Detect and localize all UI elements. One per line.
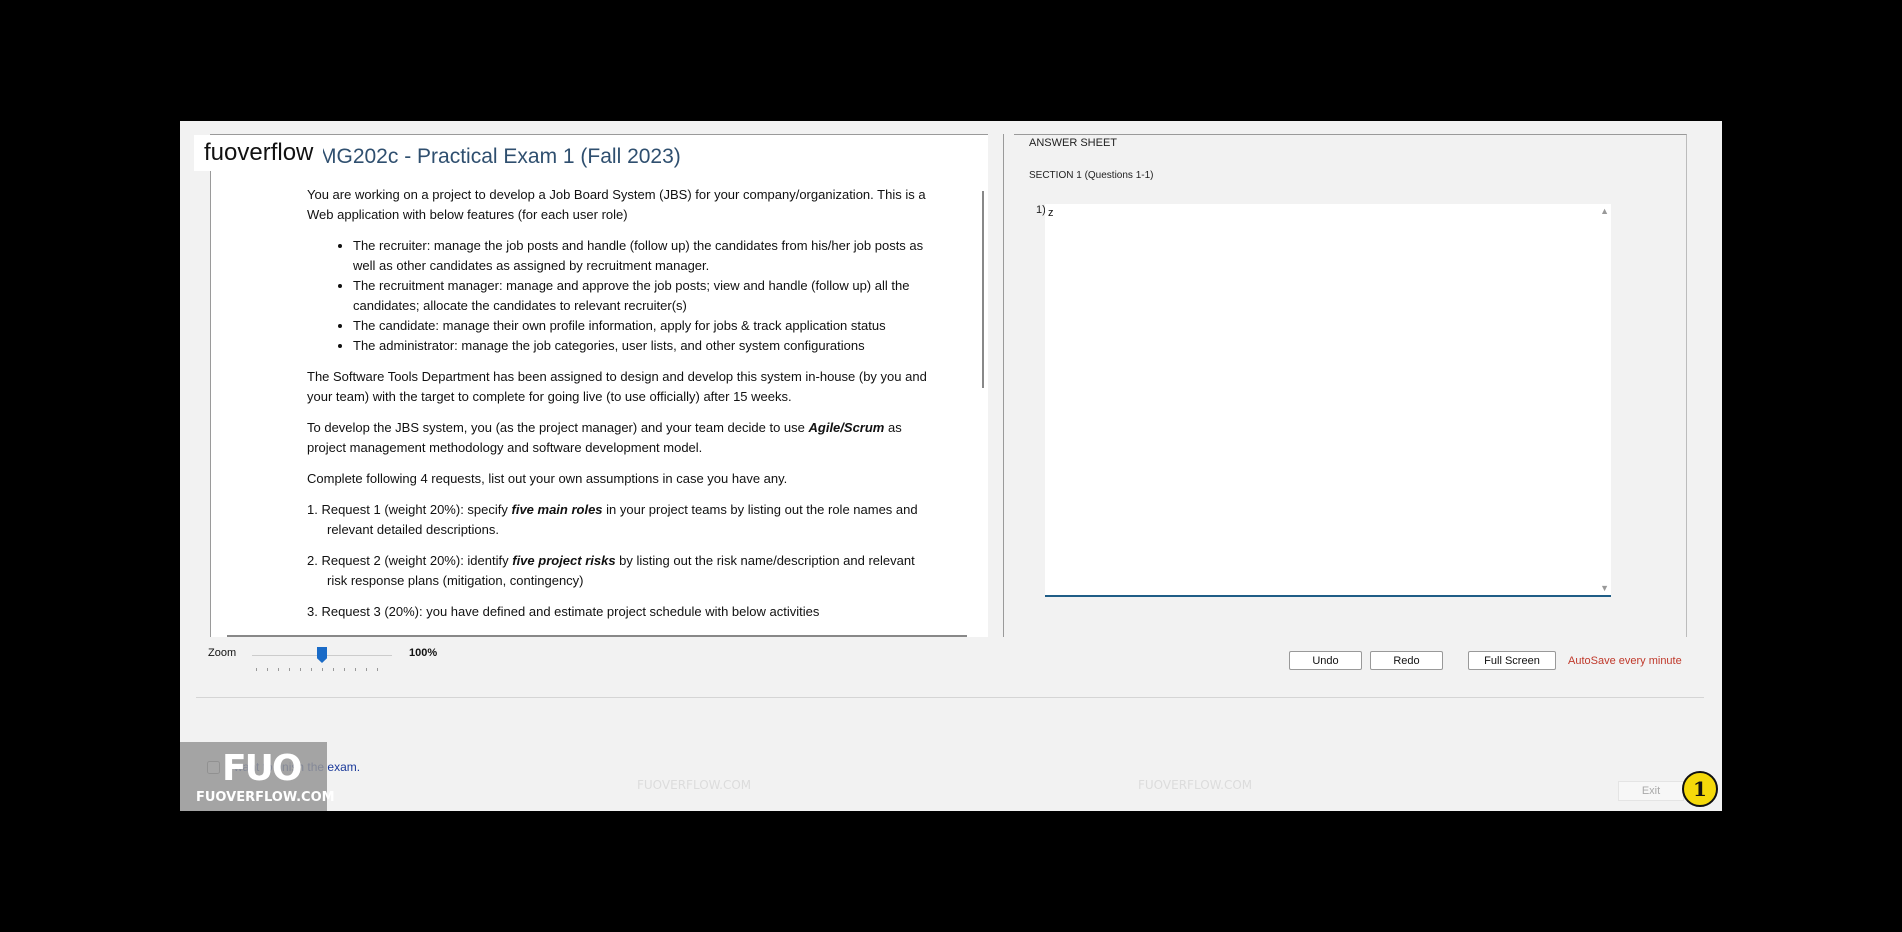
logo-mark: FUO [222,748,302,789]
watermark-brand: fuoverflow [194,135,324,171]
role-item: The recruitment manager: manage and appr… [353,276,927,316]
panel-divider[interactable] [1003,134,1004,637]
exam-intro: You are working on a project to develop … [307,187,926,222]
exam-window: MG202c - Practical Exam 1 (Fall 2023) Yo… [180,121,1722,811]
exam-horizontal-scrollbar[interactable] [227,635,967,637]
exam-title: MG202c - Practical Exam 1 (Fall 2023) [319,145,681,168]
request-item: 2. Request 2 (weight 20%): identify five… [307,553,915,588]
request-item: 1. Request 1 (weight 20%): specify five … [307,502,918,537]
exit-button[interactable]: Exit [1618,781,1684,801]
section-header: SECTION 1 (Questions 1-1) [1029,170,1154,181]
zoom-slider-ticks [256,668,386,671]
scroll-down-icon[interactable]: ▼ [1600,583,1609,593]
scroll-up-icon[interactable]: ▲ [1600,206,1609,216]
answer-sheet-panel: ANSWER SHEET SECTION 1 (Questions 1-1) 1… [1014,134,1687,637]
autosave-notice: AutoSave every minute [1568,655,1682,667]
role-list: The recruiter: manage the job posts and … [307,236,927,356]
exam-paragraph-instructions: Complete following 4 requests, list out … [307,471,788,486]
redo-button[interactable]: Redo [1370,651,1443,670]
request-item: 3. Request 3 (20%): you have defined and… [307,604,820,619]
answer-text: z [1048,207,1054,219]
zoom-label: Zoom [208,647,237,659]
exam-paragraph-department: The Software Tools Department has been a… [307,369,927,404]
exam-content: MG202c - Practical Exam 1 (Fall 2023) Yo… [307,135,927,633]
watermark-logo: FUO FUOVERFLOW.COM [180,742,335,811]
logo-text: FUOVERFLOW.COM [196,790,335,805]
step-badge: 1 [1682,771,1718,807]
zoom-slider-thumb[interactable] [317,647,327,663]
role-item: The candidate: manage their own profile … [353,316,927,336]
role-item: The recruiter: manage the job posts and … [353,236,927,276]
exam-question-panel[interactable]: MG202c - Practical Exam 1 (Fall 2023) Yo… [210,134,988,637]
answer-sheet-header: ANSWER SHEET [1029,137,1118,149]
exam-paragraph-methodology: To develop the JBS system, you (as the p… [307,420,902,455]
exam-vertical-scrollbar[interactable] [982,191,984,388]
zoom-value: 100% [409,647,438,659]
answer-textarea[interactable]: z ▲ ▼ [1045,204,1611,597]
watermark-text: FUOVERFLOW.COM [1138,778,1253,792]
undo-button[interactable]: Undo [1289,651,1362,670]
role-item: The administrator: manage the job catego… [353,336,927,356]
full-screen-button[interactable]: Full Screen [1468,651,1556,670]
watermark-text: FUOVERFLOW.COM [637,778,752,792]
panel-bottom-border [196,697,1704,698]
